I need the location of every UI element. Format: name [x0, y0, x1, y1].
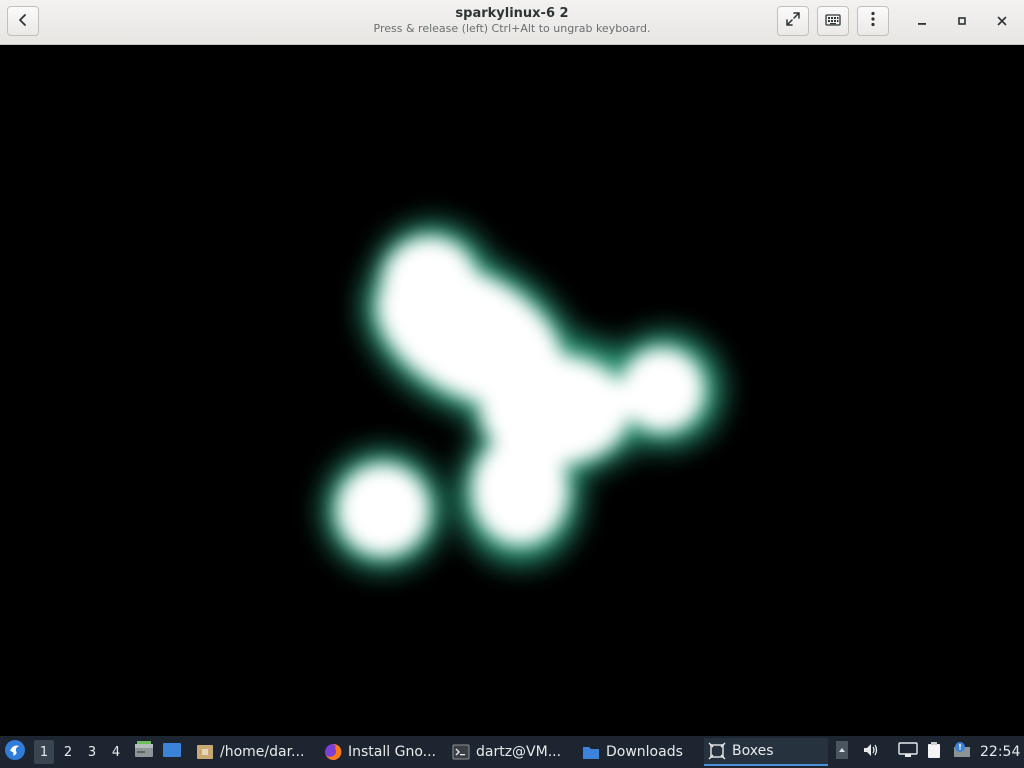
launcher-files[interactable]: [134, 736, 156, 768]
volume-icon: [862, 742, 880, 762]
tray-network[interactable]: [898, 736, 922, 768]
minimize-icon: [917, 15, 927, 30]
task-label: Install Gno...: [348, 744, 436, 760]
task-downloads[interactable]: Downloads: [578, 738, 698, 766]
task-boxes[interactable]: Boxes: [704, 738, 828, 766]
firefox-icon: [324, 743, 342, 761]
window-subtitle: Press & release (left) Ctrl+Alt to ungra…: [373, 22, 651, 35]
fullscreen-icon: [785, 11, 801, 31]
vm-display[interactable]: [0, 45, 1024, 736]
network-icon: [898, 742, 918, 762]
task-label: Boxes: [732, 743, 774, 759]
task-home-folder[interactable]: /home/dar...: [192, 738, 312, 766]
task-label: Downloads: [606, 744, 683, 760]
maximize-button[interactable]: [950, 10, 974, 34]
launcher-desktop[interactable]: [162, 736, 184, 768]
tray-volume[interactable]: [862, 736, 884, 768]
boxes-window: sparkylinux-6 2 Press & release (left) C…: [0, 0, 1024, 736]
task-label: /home/dar...: [220, 744, 305, 760]
folder-icon: [582, 743, 600, 761]
clock[interactable]: 22:54: [980, 736, 1020, 768]
tray-scroll-up[interactable]: [836, 736, 850, 768]
header-bar: sparkylinux-6 2 Press & release (left) C…: [0, 0, 1024, 45]
clipboard-icon: [926, 741, 944, 763]
close-icon: [997, 15, 1007, 30]
menu-button[interactable]: [857, 6, 889, 36]
title-area: sparkylinux-6 2 Press & release (left) C…: [300, 5, 724, 36]
workspace-2[interactable]: 2: [58, 740, 78, 764]
back-button[interactable]: [7, 6, 39, 36]
kebab-menu-icon: [871, 11, 875, 31]
window-title: sparkylinux-6 2: [455, 6, 569, 21]
boxes-icon: [708, 742, 726, 760]
arrow-up-icon: [836, 741, 848, 763]
tray-updates[interactable]: [952, 736, 974, 768]
maximize-icon: [957, 15, 967, 30]
task-label: dartz@VM...: [476, 744, 562, 760]
fullscreen-button[interactable]: [777, 6, 809, 36]
boot-splash-blobs: [323, 223, 723, 570]
show-desktop-icon: [162, 742, 182, 762]
send-keys-button[interactable]: [817, 6, 849, 36]
keyboard-icon: [825, 12, 841, 31]
workspace-1[interactable]: 1: [34, 740, 54, 764]
terminal-icon: [452, 743, 470, 761]
task-terminal[interactable]: dartz@VM...: [448, 738, 572, 766]
task-firefox[interactable]: Install Gno...: [320, 738, 442, 766]
sparky-logo-icon: [4, 739, 26, 765]
tray-clipboard[interactable]: [926, 736, 948, 768]
workspace-3[interactable]: 3: [82, 740, 102, 764]
update-notification-icon: [952, 741, 972, 763]
minimize-button[interactable]: [910, 10, 934, 34]
start-menu-button[interactable]: [4, 736, 28, 768]
folder-home-icon: [196, 743, 214, 761]
taskbar: 1 2 3 4 /home/dar... Install Gno... dart…: [0, 736, 1024, 768]
chevron-left-icon: [16, 12, 30, 31]
workspace-4[interactable]: 4: [106, 740, 126, 764]
close-button[interactable]: [990, 10, 1014, 34]
drive-icon: [134, 741, 154, 763]
